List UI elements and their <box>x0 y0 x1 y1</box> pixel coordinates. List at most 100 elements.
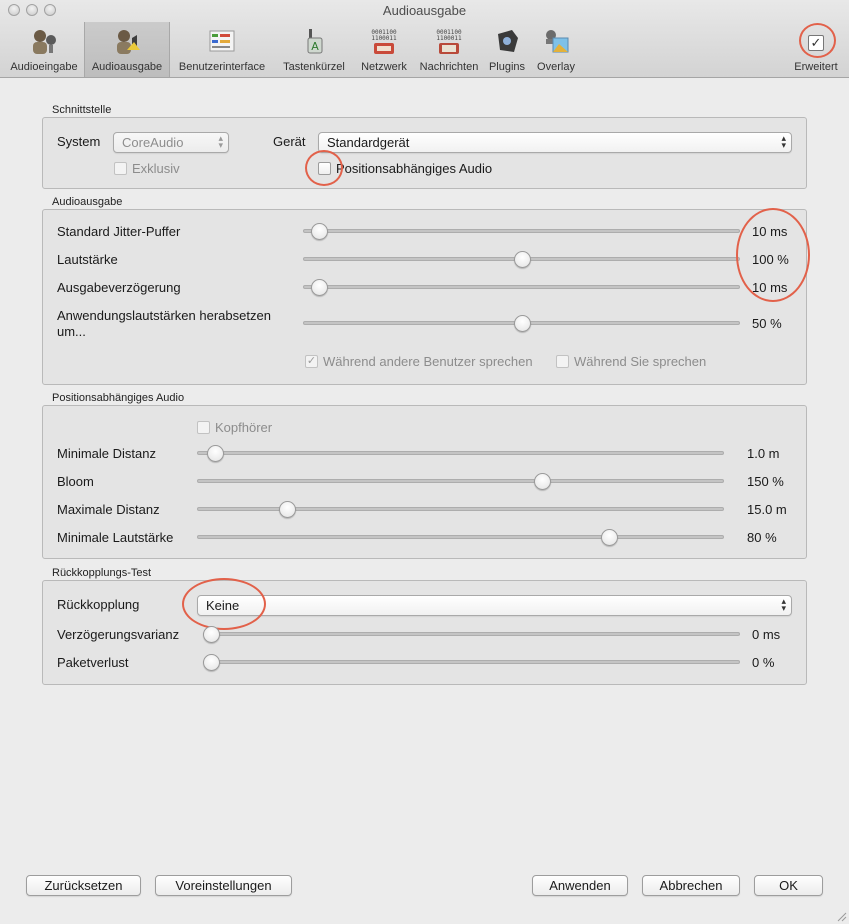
toolbar-item-tastenkuerzel[interactable]: A Tastenkürzel <box>274 22 354 77</box>
apply-button[interactable]: Anwenden <box>532 875 628 896</box>
toolbar: Audioeingabe Audioausgabe Benutzerinterf… <box>4 22 582 78</box>
messages-icon: 0001100 1100011 <box>436 29 462 54</box>
slider-thumb[interactable] <box>207 445 225 462</box>
output-row-label: Standard Jitter-Puffer <box>57 224 181 239</box>
slider-thumb[interactable] <box>311 223 329 240</box>
toolbar-label: Audioausgabe <box>91 61 163 73</box>
bloom-slider[interactable] <box>197 473 724 490</box>
group-title-schnittstelle: Schnittstelle <box>52 104 112 116</box>
reset-button[interactable]: Zurücksetzen <box>26 875 141 896</box>
toolbar-item-nachrichten[interactable]: 0001100 1100011 Nachrichten <box>414 22 484 77</box>
attenuation-slider[interactable] <box>303 315 740 332</box>
exclusive-checkbox[interactable]: Exklusiv <box>114 161 180 176</box>
plugins-icon <box>498 30 518 52</box>
toolbar-item-audioeingabe[interactable]: Audioeingabe <box>4 22 84 77</box>
network-icon: 0001100 1100011 <box>371 29 397 54</box>
output-delay-slider[interactable] <box>303 279 740 296</box>
slider-thumb[interactable] <box>278 501 296 518</box>
headphones-label: Kopfhörer <box>215 420 273 435</box>
toolbar-item-plugins[interactable]: Plugins <box>484 22 530 77</box>
output-row-label: Anwendungslautstärken herabsetzen um... <box>57 308 271 339</box>
slider-thumb[interactable] <box>203 654 220 671</box>
positional-row-label: Bloom <box>57 474 94 489</box>
keyboard-shortcut-icon: A <box>307 29 323 54</box>
toolbar-label: Plugins <box>488 61 526 73</box>
device-value: Standardgerät <box>327 135 410 150</box>
positional-audio-checkbox[interactable]: Positionsabhängiges Audio <box>318 161 492 176</box>
min-volume-slider[interactable] <box>197 529 724 546</box>
positional-row-label: Minimale Distanz <box>57 446 156 461</box>
toolbar-item-netzwerk[interactable]: 0001100 1100011 Netzwerk <box>354 22 414 77</box>
packet-loss-slider[interactable] <box>203 654 740 671</box>
slider-track <box>203 632 740 636</box>
headphones-checkbox[interactable]: Kopfhörer <box>197 420 272 435</box>
toolbar-label: Tastenkürzel <box>283 61 345 73</box>
slider-thumb[interactable] <box>534 473 552 490</box>
loopback-value: Keine <box>206 598 240 613</box>
positional-row-label: Minimale Lautstärke <box>57 530 174 545</box>
window-title: Audioausgabe <box>382 3 467 18</box>
group-title-positional: Positionsabhängiges Audio <box>52 392 185 404</box>
positional-audio-label: Positionsabhängiges Audio <box>336 161 493 176</box>
positional-row-value: 80 % <box>747 530 777 545</box>
toolbar-item-overlay[interactable]: Overlay <box>530 22 582 77</box>
slider-thumb[interactable] <box>513 251 531 268</box>
ok-button[interactable]: OK <box>754 875 823 896</box>
updown-arrow-icon: ▴ ▾ <box>781 596 786 613</box>
attenuate-self-label: Während Sie sprechen <box>574 354 707 369</box>
checkbox-box <box>556 355 569 368</box>
attenuate-others-checkbox[interactable]: ✓ Während andere Benutzer sprechen <box>305 354 533 369</box>
delay-variance-slider[interactable] <box>203 626 740 643</box>
slider-thumb[interactable] <box>513 315 531 332</box>
advanced-checkbox[interactable]: ✓ <box>808 35 824 51</box>
slider-thumb[interactable] <box>311 279 329 296</box>
slider-track <box>197 507 724 511</box>
loopback-combobox[interactable]: Keine ▴ ▾ <box>197 595 792 616</box>
slider-track <box>197 479 724 483</box>
positional-row-label: Maximale Distanz <box>57 502 160 517</box>
checkbox-box <box>114 162 127 175</box>
attenuate-self-checkbox[interactable]: Während Sie sprechen <box>556 354 706 369</box>
device-combobox[interactable]: Standardgerät ▴ ▾ <box>318 132 792 153</box>
resize-grip-icon[interactable] <box>835 910 847 922</box>
toolbar-label: Erweitert <box>794 61 838 73</box>
checkbox-box <box>197 421 210 434</box>
positional-row-value: 1.0 m <box>747 446 780 461</box>
toolbar-label: Netzwerk <box>361 61 407 73</box>
loopback-row-label: Paketverlust <box>57 655 129 670</box>
system-value: CoreAudio <box>122 135 184 150</box>
jitter-buffer-slider[interactable] <box>303 223 740 240</box>
slider-thumb[interactable] <box>600 529 618 546</box>
toolbar-item-audioausgabe[interactable]: Audioausgabe <box>84 22 170 77</box>
max-distance-slider[interactable] <box>197 501 724 518</box>
svg-text:1100011: 1100011 <box>436 35 462 42</box>
slider-track <box>203 660 740 664</box>
loopback-row-label: Verzögerungsvarianz <box>57 627 180 642</box>
exclusive-label: Exklusiv <box>132 161 180 176</box>
toolbar-label: Benutzerinterface <box>178 61 266 73</box>
loopback-row-value: 0 % <box>752 655 775 670</box>
slider-track <box>197 535 724 539</box>
min-distance-slider[interactable] <box>197 445 724 462</box>
toolbar-item-benutzerinterface[interactable]: Benutzerinterface <box>170 22 274 77</box>
slider-track <box>303 285 740 289</box>
toolbar-item-erweitert[interactable]: ✓ Erweitert <box>791 22 841 77</box>
interface-icon <box>209 30 235 52</box>
loopback-label: Rückkopplung <box>57 597 140 612</box>
cancel-button[interactable]: Abbrechen <box>642 875 740 896</box>
system-label: System <box>57 134 101 149</box>
toolbar-label: Nachrichten <box>419 61 479 73</box>
output-row-value: 10 ms <box>752 224 788 239</box>
output-row-label: Lautstärke <box>57 252 118 267</box>
positional-row-value: 150 % <box>747 474 784 489</box>
microphone-user-icon <box>33 30 56 54</box>
volume-slider[interactable] <box>303 251 740 268</box>
output-row-value: 50 % <box>752 316 782 331</box>
group-schnittstelle <box>42 117 807 189</box>
defaults-button[interactable]: Voreinstellungen <box>155 875 292 896</box>
group-title-loopback: Rückkopplungs-Test <box>52 567 152 579</box>
system-combobox[interactable]: CoreAudio ▴ ▾ <box>113 132 229 153</box>
slider-thumb[interactable] <box>203 626 220 643</box>
toolbar-label: Audioeingabe <box>10 61 78 73</box>
group-title-audioausgabe: Audioausgabe <box>52 196 123 208</box>
